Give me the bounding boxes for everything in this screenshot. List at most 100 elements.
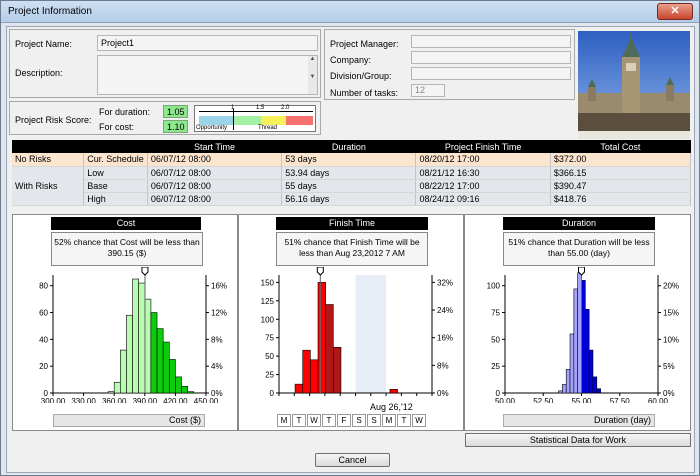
day-m: M [277,414,291,427]
company-label: Company: [330,55,372,65]
day-m: M [382,414,396,427]
y-tick-label: 125 [261,297,275,306]
project-group: Project Name: Project1 Description: ▲ ▼ [9,29,321,98]
histogram-bar [317,282,326,394]
row-start: 06/07/12 08:00 [147,179,283,193]
row-type: Low [83,166,148,180]
finish-title: Finish Time [276,217,428,230]
manager-group: Project Manager: Company: Division/Group… [324,29,575,100]
histogram-bar [181,385,188,394]
y2-tick-label: 32% [437,278,453,287]
y2-tick-label: 24% [437,306,453,315]
y2-tick-label: 8% [437,361,449,370]
x-tick-label: 57.50 [610,397,631,403]
row-group: With Risks [12,166,85,206]
header-total-cost: Total Cost [550,140,691,153]
y-tick-label: 100 [261,315,275,324]
row-cost: $390.47 [550,179,692,193]
description-label: Description: [15,68,63,78]
histogram-bar [565,369,571,394]
finish-chart: 0 25 50 75 100 125 150 0% 8% 16% 24% 32% [261,267,453,398]
histogram-bar [562,384,567,394]
duration-chart: 02550751000%5%10%15%20%50.00 52.50 55.00 57… [487,267,679,403]
row-duration: 53 days [281,153,417,167]
table-row[interactable]: With Risks Low 06/07/12 08:00 53.94 days… [12,166,692,206]
y-tick-label: 25 [491,362,500,371]
cost-chart: 0204060800%4%8%12%16%300.00 330.00 360.00 3… [39,267,227,403]
histogram-bar [175,376,182,394]
scale-tick-2: 2.0 [281,105,290,111]
row-finish: 08/24/12 09:16 [415,192,551,206]
row-start: 06/07/12 08:00 [147,166,283,180]
day-w: W [307,414,321,427]
median-marker-icon [141,267,149,276]
y2-tick-label: 16% [211,282,227,291]
row-cost: $418.76 [550,192,692,206]
y-tick-label: 80 [39,282,48,291]
y-tick-label: 150 [261,278,275,287]
histogram-bar [310,359,319,394]
scale-marker [233,109,234,130]
cost-risk-label: For cost: [99,122,135,132]
duration-risk-label: For duration: [99,107,151,117]
row-type: High [83,192,148,206]
risk-scale-green [233,116,261,125]
y-tick-label: 100 [487,282,501,291]
parliament-photo [578,31,690,139]
division-field[interactable] [411,67,571,80]
x-tick-label: 390.00 [133,397,158,403]
statistical-data-button[interactable]: Statistical Data for Work [465,433,691,447]
row-type: Cur. Schedule [83,153,148,167]
scale-right-label: Thread [258,125,278,131]
header-blank-2 [83,140,148,153]
y2-tick-label: 8% [211,335,223,344]
median-marker-icon [316,267,324,276]
duration-panel: Duration 51% chance that Duration will b… [464,214,691,431]
table-row[interactable]: No Risks Cur. Schedule 06/07/12 08:00 53… [12,153,692,167]
project-information-window: Project Information ✕ Project Name: Proj… [0,0,700,476]
y2-tick-label: 0% [437,389,449,398]
table-row[interactable]: Base 06/07/12 08:00 55 days 08/22/12 17:… [12,179,692,193]
header-finish-time: Project Finish Time [415,140,551,153]
tasks-field[interactable]: 12 [411,84,445,97]
day-w: W [412,414,426,427]
row-finish: 08/21/12 16:30 [415,166,551,180]
title-bar: Project Information ✕ [1,1,699,23]
scale-tick-1-5: 1.5 [256,105,265,111]
cost-note: 52% chance that Cost will be less than 3… [51,232,203,266]
description-field[interactable]: ▲ ▼ [97,55,318,95]
cost-risk-value: 1.10 [163,120,188,133]
histogram-bar [120,349,127,394]
histogram-bar [389,389,398,394]
project-name-field[interactable]: Project1 [97,35,318,51]
row-group: No Risks [12,153,85,167]
tasks-label: Number of tasks: [330,88,399,98]
company-field[interactable] [411,51,571,64]
histogram-bar [569,333,575,394]
cancel-button[interactable]: Cancel [315,453,390,467]
x-tick-label: 50.00 [495,397,516,403]
cost-unit: Cost ($) [53,414,205,427]
close-button[interactable]: ✕ [657,3,693,20]
risk-scale-red [286,116,313,125]
histogram-bar [162,341,170,394]
histogram-bar [294,383,304,394]
histogram-bar [588,349,594,394]
header-start-time: Start Time [147,140,282,153]
row-finish: 08/22/12 17:00 [415,179,551,193]
day-t: T [397,414,411,427]
x-tick-label: 300.00 [41,397,66,403]
row-duration: 56.16 days [281,192,417,206]
description-scrollbar[interactable]: ▲ ▼ [308,56,317,94]
table-row[interactable]: High 06/07/12 08:00 56.16 days 08/24/12 … [12,192,692,206]
risk-scale-yellow [261,116,286,125]
day-s: S [367,414,381,427]
manager-field[interactable] [411,35,571,48]
day-t: T [322,414,336,427]
histogram-bar [126,314,133,394]
risk-score-label: Project Risk Score: [15,115,92,125]
y-tick-label: 0 [270,389,275,398]
y-tick-label: 60 [39,309,48,318]
y-tick-label: 75 [265,334,274,343]
histogram-bar [577,272,582,394]
